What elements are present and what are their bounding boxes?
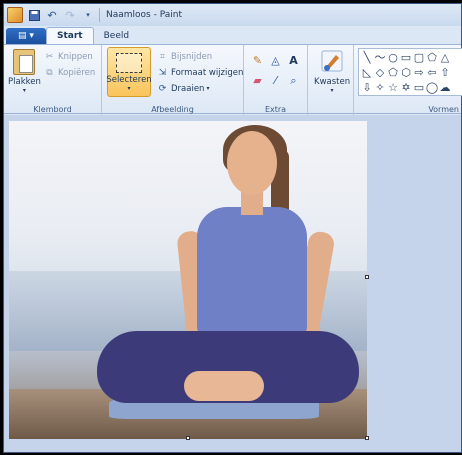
tools-group-label: Extra xyxy=(264,105,287,114)
paint-window: ↶ ↷ ▾ Naamloos - Paint ▤ ▾ Start Beeld P… xyxy=(3,3,462,453)
brushes-button[interactable]: Kwasten ▾ xyxy=(314,49,350,94)
paste-icon xyxy=(13,49,36,75)
chevron-down-icon: ▾ xyxy=(22,87,26,94)
copy-label: Kopiëren xyxy=(58,67,96,78)
pentagon-shape-icon[interactable]: ⬠ xyxy=(387,66,399,79)
right-triangle-shape-icon[interactable]: ◺ xyxy=(361,66,373,79)
line-shape-icon[interactable]: ╲ xyxy=(361,51,373,64)
resize-label: Formaat wijzigen xyxy=(171,67,244,78)
rotate-label: Draaien xyxy=(171,83,205,94)
down-arrow-shape-icon[interactable]: ⇩ xyxy=(361,81,373,94)
chevron-down-icon: ▾ xyxy=(206,85,210,92)
curve-shape-icon[interactable]: 〜 xyxy=(374,51,386,64)
shapes-group: ╲ 〜 ○ ▭ ▢ ⬠ △ ◺ ◇ ⬠ ⬡ ⇨ ⇦ ⇧ ⇩ ✧ ☆ ✡ ▭ ◯ xyxy=(354,45,462,115)
window-title: Naamloos - Paint xyxy=(106,10,182,20)
right-arrow-shape-icon[interactable]: ⇨ xyxy=(413,66,425,79)
tab-beeld[interactable]: Beeld xyxy=(94,27,139,44)
ribbon: Plakken ▾ ✂ Knippen ⧉ Kopiëren Klembord … xyxy=(4,44,462,115)
brushes-group: Kwasten ▾ xyxy=(308,45,354,115)
scissors-icon: ✂ xyxy=(45,51,54,62)
magnifier-icon[interactable]: ⌕ xyxy=(286,73,301,88)
five-point-star-shape-icon[interactable]: ☆ xyxy=(387,81,399,94)
crop-button[interactable]: ⌗ Bijsnijden xyxy=(157,50,212,63)
diamond-shape-icon[interactable]: ◇ xyxy=(374,66,386,79)
resize-handle-corner[interactable] xyxy=(365,436,369,440)
oval-callout-shape-icon[interactable]: ◯ xyxy=(426,81,438,94)
tab-start[interactable]: Start xyxy=(46,27,94,44)
rotate-icon: ⟳ xyxy=(158,83,167,94)
six-point-star-shape-icon[interactable]: ✡ xyxy=(400,81,412,94)
crop-label: Bijsnijden xyxy=(171,51,213,62)
image-head xyxy=(227,131,277,195)
cut-label: Knippen xyxy=(58,51,93,62)
ribbon-tab-bar: ▤ ▾ Start Beeld xyxy=(4,26,461,44)
clipboard-group: Plakken ▾ ✂ Knippen ⧉ Kopiëren Klembord xyxy=(4,45,102,115)
save-icon[interactable] xyxy=(27,8,41,22)
brush-icon xyxy=(321,50,343,72)
canvas-image[interactable] xyxy=(9,121,367,439)
triangle-shape-icon[interactable]: △ xyxy=(439,51,451,64)
oval-shape-icon[interactable]: ○ xyxy=(387,51,399,64)
four-point-star-shape-icon[interactable]: ✧ xyxy=(374,81,386,94)
clipboard-group-label: Klembord xyxy=(33,105,72,114)
select-label: Selecteren xyxy=(106,75,152,85)
shapes-gallery[interactable]: ╲ 〜 ○ ▭ ▢ ⬠ △ ◺ ◇ ⬠ ⬡ ⇨ ⇦ ⇧ ⇩ ✧ ☆ ✡ ▭ ◯ xyxy=(358,48,462,96)
color-picker-icon[interactable]: ⁄ xyxy=(268,73,283,88)
callout-shape-icon[interactable]: ▭ xyxy=(413,81,425,94)
redo-icon[interactable]: ↷ xyxy=(63,8,77,22)
image-feet xyxy=(184,371,264,401)
title-separator xyxy=(99,8,100,22)
canvas-workspace[interactable] xyxy=(4,115,461,452)
copy-icon: ⧉ xyxy=(46,67,53,78)
rectangle-shape-icon[interactable]: ▭ xyxy=(400,51,412,64)
image-torso xyxy=(197,207,307,337)
paint-menu-button[interactable]: ▤ ▾ xyxy=(6,28,46,44)
rounded-rectangle-shape-icon[interactable]: ▢ xyxy=(413,51,425,64)
image-group: Selecteren ▾ ⌗ Bijsnijden ⇲ Formaat wijz… xyxy=(102,45,244,115)
pencil-icon[interactable]: ✎ xyxy=(250,53,265,68)
paste-label: Plakken xyxy=(8,77,41,87)
up-arrow-shape-icon[interactable]: ⇧ xyxy=(439,66,451,79)
image-group-label: Afbeelding xyxy=(151,105,194,114)
brushes-label: Kwasten xyxy=(314,77,351,87)
select-button[interactable]: Selecteren ▾ xyxy=(106,47,152,97)
shapes-group-label: Vormen xyxy=(428,105,459,114)
selection-rectangle-icon xyxy=(116,53,142,73)
hexagon-shape-icon[interactable]: ⬡ xyxy=(400,66,412,79)
tools-group: ✎ ◬ A ▰ ⁄ ⌕ Extra xyxy=(244,45,308,115)
eraser-icon[interactable]: ▰ xyxy=(250,73,265,88)
title-bar: ↶ ↷ ▾ Naamloos - Paint xyxy=(4,4,461,26)
left-arrow-shape-icon[interactable]: ⇦ xyxy=(426,66,438,79)
resize-button[interactable]: ⇲ Formaat wijzigen xyxy=(157,66,244,79)
text-icon[interactable]: A xyxy=(286,53,301,68)
resize-icon: ⇲ xyxy=(158,67,167,78)
chevron-down-icon: ▾ xyxy=(127,85,131,92)
resize-handle-bottom[interactable] xyxy=(186,436,190,440)
fill-icon[interactable]: ◬ xyxy=(268,53,283,68)
copy-button[interactable]: ⧉ Kopiëren xyxy=(44,66,95,79)
cut-button[interactable]: ✂ Knippen xyxy=(44,50,93,63)
undo-icon[interactable]: ↶ xyxy=(45,8,59,22)
cloud-callout-shape-icon[interactable]: ☁ xyxy=(439,81,451,94)
paste-button[interactable]: Plakken ▾ xyxy=(8,49,41,94)
paint-app-icon[interactable] xyxy=(7,7,23,23)
crop-icon: ⌗ xyxy=(159,51,166,62)
customize-qat-icon[interactable]: ▾ xyxy=(81,8,95,22)
chevron-down-icon: ▾ xyxy=(330,87,334,94)
polygon-shape-icon[interactable]: ⬠ xyxy=(426,51,438,64)
rotate-button[interactable]: ⟳ Draaien ▾ xyxy=(157,82,210,95)
resize-handle-right[interactable] xyxy=(365,275,369,279)
